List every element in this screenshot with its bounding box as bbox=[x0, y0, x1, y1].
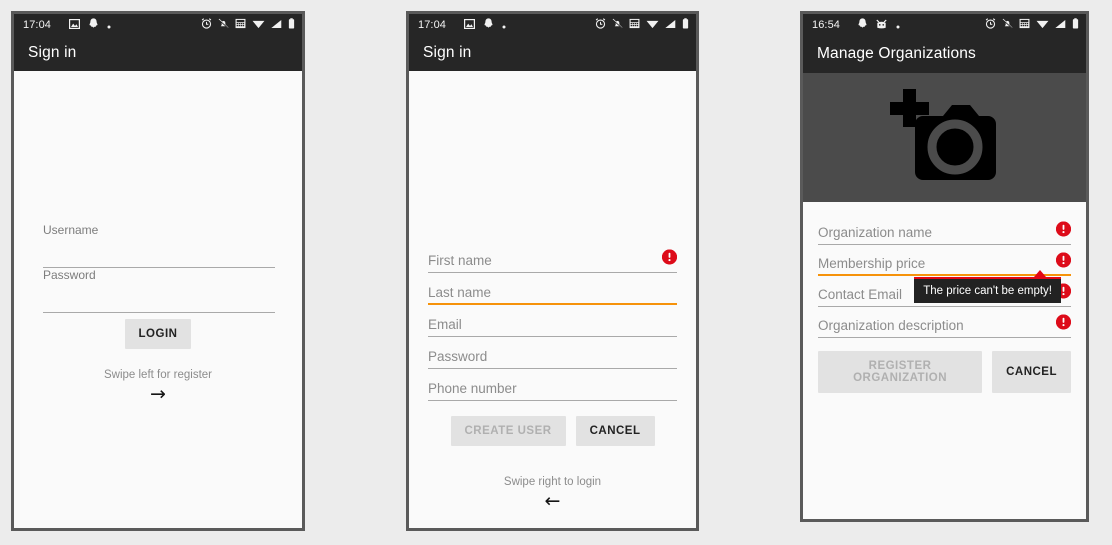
organization-form: Organization name Membership price Conta… bbox=[818, 214, 1071, 393]
organization-name-field[interactable]: Organization name bbox=[818, 214, 1071, 245]
cancel-button[interactable]: CANCEL bbox=[992, 351, 1071, 393]
login-form: Username Password bbox=[43, 223, 275, 313]
wifi-icon bbox=[1036, 16, 1049, 34]
calculator-icon bbox=[629, 16, 640, 34]
password-field[interactable]: Password bbox=[428, 337, 677, 369]
contact-email-label: Contact Email bbox=[818, 287, 903, 302]
phone-frame-signin-register: 17:04 Sign in First name Last name Email… bbox=[406, 11, 699, 531]
dot-icon bbox=[896, 16, 900, 34]
battery-icon bbox=[682, 16, 689, 34]
phone-number-field[interactable]: Phone number bbox=[428, 369, 677, 401]
image-icon bbox=[68, 16, 81, 34]
organization-button-row: REGISTER ORGANIZATION CANCEL bbox=[818, 351, 1071, 393]
app-bar: Sign in bbox=[409, 35, 696, 71]
status-bar-right bbox=[985, 16, 1079, 34]
ghost-icon bbox=[858, 16, 867, 34]
app-bar: Sign in bbox=[14, 35, 302, 71]
ghost-icon bbox=[484, 16, 493, 34]
status-time: 16:54 bbox=[812, 18, 841, 31]
ghost-icon bbox=[89, 16, 98, 34]
image-icon bbox=[463, 16, 476, 34]
tooltip-text: The price can't be empty! bbox=[923, 285, 1052, 297]
swipe-hint-register: Swipe left for register → bbox=[14, 369, 302, 406]
signal-icon bbox=[1055, 16, 1066, 34]
bell-muted-icon bbox=[612, 16, 623, 34]
last-name-field[interactable]: Last name bbox=[428, 273, 677, 305]
status-bar: 17:04 bbox=[14, 14, 302, 35]
price-error-tooltip: The price can't be empty! bbox=[914, 270, 1061, 303]
status-bar-left: 17:04 bbox=[418, 16, 595, 34]
page-title: Manage Organizations bbox=[817, 45, 976, 62]
bell-muted-icon bbox=[218, 16, 229, 34]
status-bar-left: 16:54 bbox=[812, 16, 985, 34]
error-icon bbox=[1056, 252, 1071, 267]
screen-content: First name Last name Email Password Phon… bbox=[409, 71, 696, 528]
page-title: Sign in bbox=[28, 44, 77, 61]
alarm-icon bbox=[201, 16, 212, 34]
wifi-icon bbox=[252, 16, 265, 34]
wifi-icon bbox=[646, 16, 659, 34]
swipe-hint-text: Swipe left for register bbox=[103, 369, 212, 381]
password-label: Password bbox=[43, 268, 96, 282]
battery-icon bbox=[288, 16, 295, 34]
status-bar: 16:54 bbox=[803, 14, 1086, 35]
status-bar-right bbox=[595, 16, 689, 34]
swipe-hint-text: Swipe right to login bbox=[503, 476, 602, 488]
arrow-right-icon: → bbox=[150, 383, 166, 405]
bell-muted-icon bbox=[1002, 16, 1013, 34]
phone-frame-manage-organizations: 16:54 Manage Organizations Organization … bbox=[800, 11, 1089, 522]
login-button-row: LOGIN bbox=[14, 319, 302, 349]
add-photo-camera-icon bbox=[885, 83, 1005, 193]
first-name-field[interactable]: First name bbox=[428, 241, 677, 273]
email-label: Email bbox=[428, 317, 462, 332]
status-bar: 17:04 bbox=[409, 14, 696, 35]
screen-content: Organization name Membership price Conta… bbox=[803, 73, 1086, 519]
register-organization-button[interactable]: REGISTER ORGANIZATION bbox=[818, 351, 983, 393]
signal-icon bbox=[665, 16, 676, 34]
signal-icon bbox=[271, 16, 282, 34]
phone-frame-signin-login: 17:04 Sign in Username Password LOGIN Sw… bbox=[11, 11, 305, 531]
dot-icon bbox=[107, 16, 111, 34]
screenshot-stage: 17:04 Sign in Username Password LOGIN Sw… bbox=[0, 0, 1112, 545]
username-label: Username bbox=[43, 223, 99, 237]
organization-description-field[interactable]: Organization description bbox=[818, 307, 1071, 338]
login-button[interactable]: LOGIN bbox=[124, 319, 192, 349]
phone-number-label: Phone number bbox=[428, 381, 517, 396]
password-label: Password bbox=[428, 349, 488, 364]
face-icon bbox=[876, 16, 887, 34]
screen-content: Username Password LOGIN Swipe left for r… bbox=[14, 71, 302, 528]
calculator-icon bbox=[1019, 16, 1030, 34]
alarm-icon bbox=[595, 16, 606, 34]
status-time: 17:04 bbox=[418, 18, 447, 31]
status-bar-right bbox=[201, 16, 295, 34]
battery-icon bbox=[1072, 16, 1079, 34]
error-icon bbox=[1056, 314, 1071, 330]
password-field[interactable]: Password bbox=[43, 268, 275, 313]
alarm-icon bbox=[985, 16, 996, 34]
register-button-row: CREATE USER CANCEL bbox=[428, 416, 677, 446]
organization-name-label: Organization name bbox=[818, 225, 933, 240]
organization-description-label: Organization description bbox=[818, 318, 964, 333]
app-bar: Manage Organizations bbox=[803, 35, 1086, 73]
create-user-button[interactable]: CREATE USER bbox=[450, 416, 566, 446]
swipe-hint-login: Swipe right to login ← bbox=[428, 476, 677, 513]
page-title: Sign in bbox=[423, 44, 472, 61]
username-field[interactable]: Username bbox=[43, 223, 275, 268]
last-name-label: Last name bbox=[428, 285, 492, 300]
status-bar-left: 17:04 bbox=[23, 16, 201, 34]
organization-photo-picker[interactable] bbox=[803, 73, 1086, 202]
dot-icon bbox=[502, 16, 506, 34]
error-icon bbox=[662, 249, 677, 264]
error-icon bbox=[1056, 221, 1071, 237]
arrow-left-icon: ← bbox=[544, 490, 561, 512]
first-name-label: First name bbox=[428, 253, 492, 268]
calculator-icon bbox=[235, 16, 246, 34]
email-field[interactable]: Email bbox=[428, 305, 677, 337]
cancel-button[interactable]: CANCEL bbox=[575, 416, 655, 446]
membership-price-label: Membership price bbox=[818, 256, 926, 271]
status-time: 17:04 bbox=[23, 18, 52, 31]
register-form: First name Last name Email Password Phon… bbox=[428, 241, 677, 513]
